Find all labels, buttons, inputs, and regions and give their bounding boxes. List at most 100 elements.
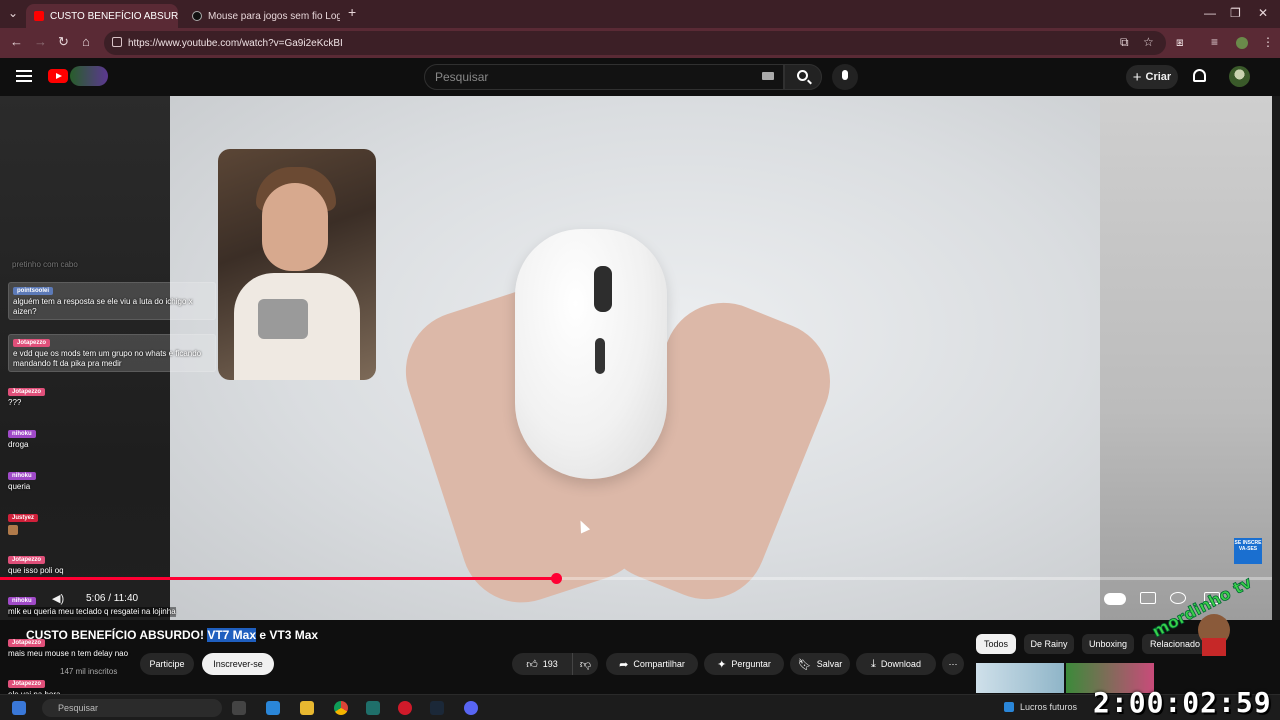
more-actions-button[interactable]: ⋯ bbox=[942, 653, 964, 675]
search-button[interactable] bbox=[784, 64, 822, 90]
news-icon bbox=[1004, 702, 1014, 712]
chat-message: Jotapezzo ??? bbox=[8, 386, 46, 408]
url-bar[interactable]: https://www.youtube.com/watch?v=Ga9i2eKc… bbox=[104, 31, 1166, 55]
install-app-icon[interactable]: ⧉ bbox=[1120, 35, 1129, 50]
chat-message: Jotapezzo mais meu mouse n tem delay nao bbox=[8, 637, 128, 659]
taskbar-search-input[interactable]: Pesquisar bbox=[42, 699, 222, 717]
overlay-clock: 2:00:02:59 bbox=[1093, 686, 1272, 719]
progress-bar[interactable] bbox=[0, 573, 1272, 584]
file-explorer-icon[interactable] bbox=[300, 701, 314, 715]
voice-search-button[interactable] bbox=[832, 64, 858, 90]
browser-tab-bar: ⌄ CUSTO BENEFÍCIO ABSURD 🔊 ✕ Mouse para … bbox=[0, 0, 1280, 28]
tab-youtube[interactable]: CUSTO BENEFÍCIO ABSURD 🔊 ✕ bbox=[26, 4, 178, 28]
site-info-icon[interactable] bbox=[112, 37, 122, 47]
media-control-icon[interactable]: ≡ bbox=[1211, 35, 1218, 49]
keyboard-icon[interactable] bbox=[762, 72, 774, 80]
progress-fill bbox=[0, 577, 556, 580]
minimize-icon[interactable]: — bbox=[1204, 6, 1216, 20]
chat-username: Jotapezzo bbox=[13, 339, 51, 347]
windows-store-icon[interactable] bbox=[266, 701, 280, 715]
opera-icon[interactable] bbox=[398, 701, 412, 715]
chat-text: pretinho com cabo bbox=[12, 260, 78, 269]
windows-taskbar: Pesquisar Lucros futuros bbox=[0, 694, 1280, 720]
news-widget[interactable]: Lucros futuros bbox=[1004, 702, 1077, 712]
hamburger-menu-icon[interactable] bbox=[16, 70, 32, 82]
bookmark-icon: 🔖︎ bbox=[797, 658, 812, 671]
gaming-mouse bbox=[515, 229, 667, 479]
youtube-logo[interactable] bbox=[48, 69, 68, 83]
browser-toolbar: ← → ↻ ⌂ https://www.youtube.com/watch?v=… bbox=[0, 28, 1280, 58]
chat-username: pointsoolei bbox=[13, 287, 53, 295]
discord-icon[interactable] bbox=[464, 701, 478, 715]
mouse-scroll-wheel bbox=[594, 266, 612, 312]
dislike-button[interactable]: 👎︎ bbox=[572, 653, 598, 675]
forward-icon[interactable]: → bbox=[34, 34, 47, 49]
browser-menu-icon[interactable]: ⋮ bbox=[1262, 35, 1274, 49]
reload-icon[interactable]: ↻ bbox=[58, 34, 69, 50]
chat-username: Jotapezzo bbox=[8, 556, 46, 564]
more-icon: ⋯ bbox=[948, 658, 958, 669]
share-icon: ➦ bbox=[619, 658, 629, 671]
news-text: Lucros futuros bbox=[1020, 702, 1078, 712]
progress-scrubber[interactable] bbox=[551, 573, 562, 584]
chat-username: nihoku bbox=[8, 472, 36, 480]
share-button[interactable]: ➦ Compartilhar bbox=[606, 653, 698, 675]
save-label: Salvar bbox=[816, 659, 843, 669]
streamer-watermark-logo: mordinho tv bbox=[1150, 572, 1256, 656]
task-view-icon[interactable] bbox=[232, 701, 246, 715]
home-icon[interactable]: ⌂ bbox=[82, 34, 90, 49]
related-video-thumbnail[interactable] bbox=[976, 663, 1064, 693]
video-title-part: e VT3 Max bbox=[256, 628, 319, 642]
start-menu-icon[interactable] bbox=[12, 701, 26, 715]
extensions-icon[interactable]: ⧆ bbox=[1176, 35, 1184, 50]
bookmark-star-icon[interactable]: ☆ bbox=[1143, 35, 1154, 49]
chat-message: nihoku queria bbox=[8, 470, 36, 492]
webcam-phone bbox=[258, 299, 308, 339]
chat-text: que isso poli oq bbox=[8, 566, 64, 575]
share-label: Compartilhar bbox=[633, 659, 685, 669]
chip-todos[interactable]: Todos bbox=[976, 634, 1016, 654]
ask-button[interactable]: ✦ Perguntar bbox=[704, 653, 784, 675]
notifications-bell-icon[interactable] bbox=[1193, 69, 1206, 82]
subscribe-watermark-badge[interactable]: SE INSCRE VA-SES bbox=[1234, 538, 1262, 564]
youtube-favicon-icon bbox=[34, 11, 44, 21]
chat-text: ??? bbox=[8, 398, 22, 407]
search-input[interactable]: Pesquisar bbox=[424, 64, 784, 90]
search-placeholder: Pesquisar bbox=[435, 70, 489, 84]
close-window-icon[interactable]: ✕ bbox=[1258, 6, 1268, 20]
new-tab-button[interactable]: + bbox=[348, 4, 356, 20]
chat-text: e vdd que os mods tem um grupo no whats … bbox=[13, 349, 202, 368]
youtube-doodle[interactable] bbox=[70, 66, 108, 86]
video-title-highlight: VT7 Max bbox=[207, 628, 257, 642]
chat-text: droga bbox=[8, 440, 29, 449]
join-button[interactable]: Participe bbox=[140, 653, 194, 675]
mouse-side-button bbox=[595, 338, 605, 374]
plus-icon: + bbox=[1132, 68, 1142, 86]
autoplay-toggle[interactable] bbox=[1104, 593, 1126, 605]
webcam-head bbox=[262, 183, 328, 271]
chat-message: Jotapezzo que isso poli oq bbox=[8, 554, 64, 576]
create-button[interactable]: + Criar bbox=[1126, 65, 1178, 89]
save-button[interactable]: 🔖︎ Salvar bbox=[790, 653, 850, 675]
like-button[interactable]: 👍︎ 193 bbox=[512, 653, 572, 675]
join-label: Participe bbox=[149, 659, 185, 669]
steam-icon[interactable] bbox=[430, 701, 444, 715]
chip-unboxing[interactable]: Unboxing bbox=[1082, 634, 1134, 654]
restore-icon[interactable]: ❐ bbox=[1230, 6, 1241, 20]
account-avatar[interactable] bbox=[1229, 66, 1250, 87]
tab-logitech[interactable]: Mouse para jogos sem fio Logi ✕ bbox=[184, 4, 340, 28]
profile-avatar[interactable] bbox=[1236, 37, 1248, 49]
chat-message: nihoku droga bbox=[8, 428, 36, 450]
download-button[interactable]: ⤓ Download bbox=[856, 653, 936, 675]
url-text: https://www.youtube.com/watch?v=Ga9i2eKc… bbox=[128, 37, 343, 49]
subscribe-button[interactable]: Inscrever-se bbox=[202, 653, 274, 675]
chrome-icon[interactable] bbox=[334, 701, 348, 715]
like-count: 193 bbox=[542, 659, 558, 669]
back-icon[interactable]: ← bbox=[10, 34, 23, 49]
chat-username: Jotapezzo bbox=[8, 639, 46, 647]
download-label: Download bbox=[880, 659, 921, 669]
tab-search-chevron-icon[interactable]: ⌄ bbox=[8, 6, 18, 20]
download-icon: ⤓ bbox=[871, 657, 876, 670]
app-icon[interactable] bbox=[366, 701, 380, 715]
chip-de-rainy[interactable]: De Rainy bbox=[1024, 634, 1074, 654]
